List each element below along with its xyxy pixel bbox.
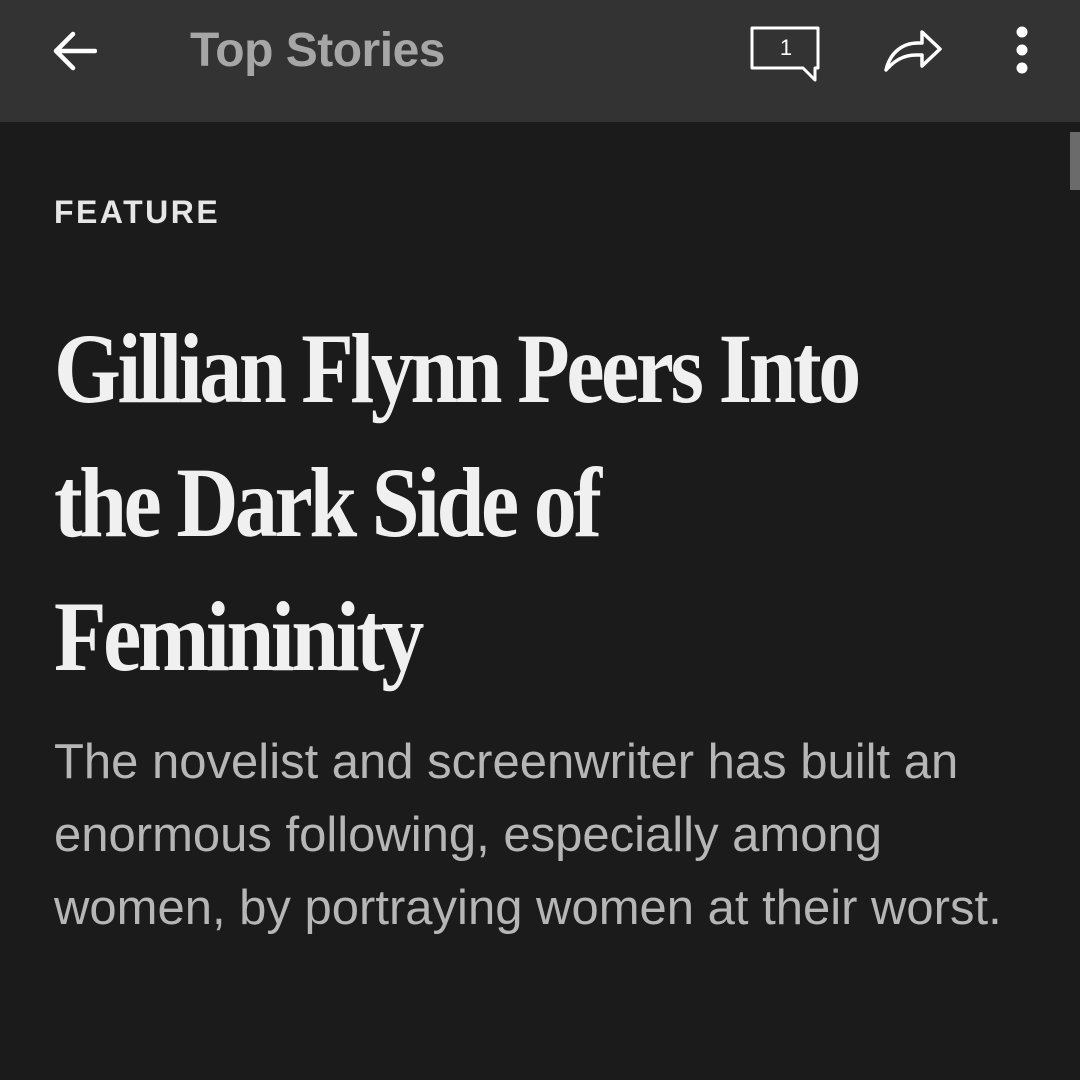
headline-line: the Dark Side of [54,447,602,558]
scrollbar[interactable] [1068,122,1080,1080]
share-icon [884,30,942,72]
headline-line: Gillian Flynn Peers Into [54,313,861,424]
comments-count: 1 [779,35,793,60]
share-button[interactable] [876,20,950,82]
article-kicker: FEATURE [54,194,221,230]
article-screen: Top Stories 1 FEATURE Gillian Flynn Peer [0,0,1080,1080]
article-header: FEATURE Gillian Flynn Peers Into the Dar… [54,190,1034,704]
app-bar: Top Stories 1 [0,0,1080,122]
scrollbar-thumb[interactable] [1070,132,1080,190]
headline-line: Femininity [54,581,424,692]
article-summary: The novelist and screenwriter has built … [54,735,1002,935]
vertical-dots-icon [1016,26,1028,74]
more-options-button[interactable] [1000,20,1044,82]
arrow-left-icon [53,31,97,71]
article-headline: Gillian Flynn Peers Into the Dark Side o… [54,302,948,704]
section-title: Top Stories [190,24,445,77]
back-button[interactable] [40,20,108,82]
comments-button[interactable]: 1 [742,18,828,86]
